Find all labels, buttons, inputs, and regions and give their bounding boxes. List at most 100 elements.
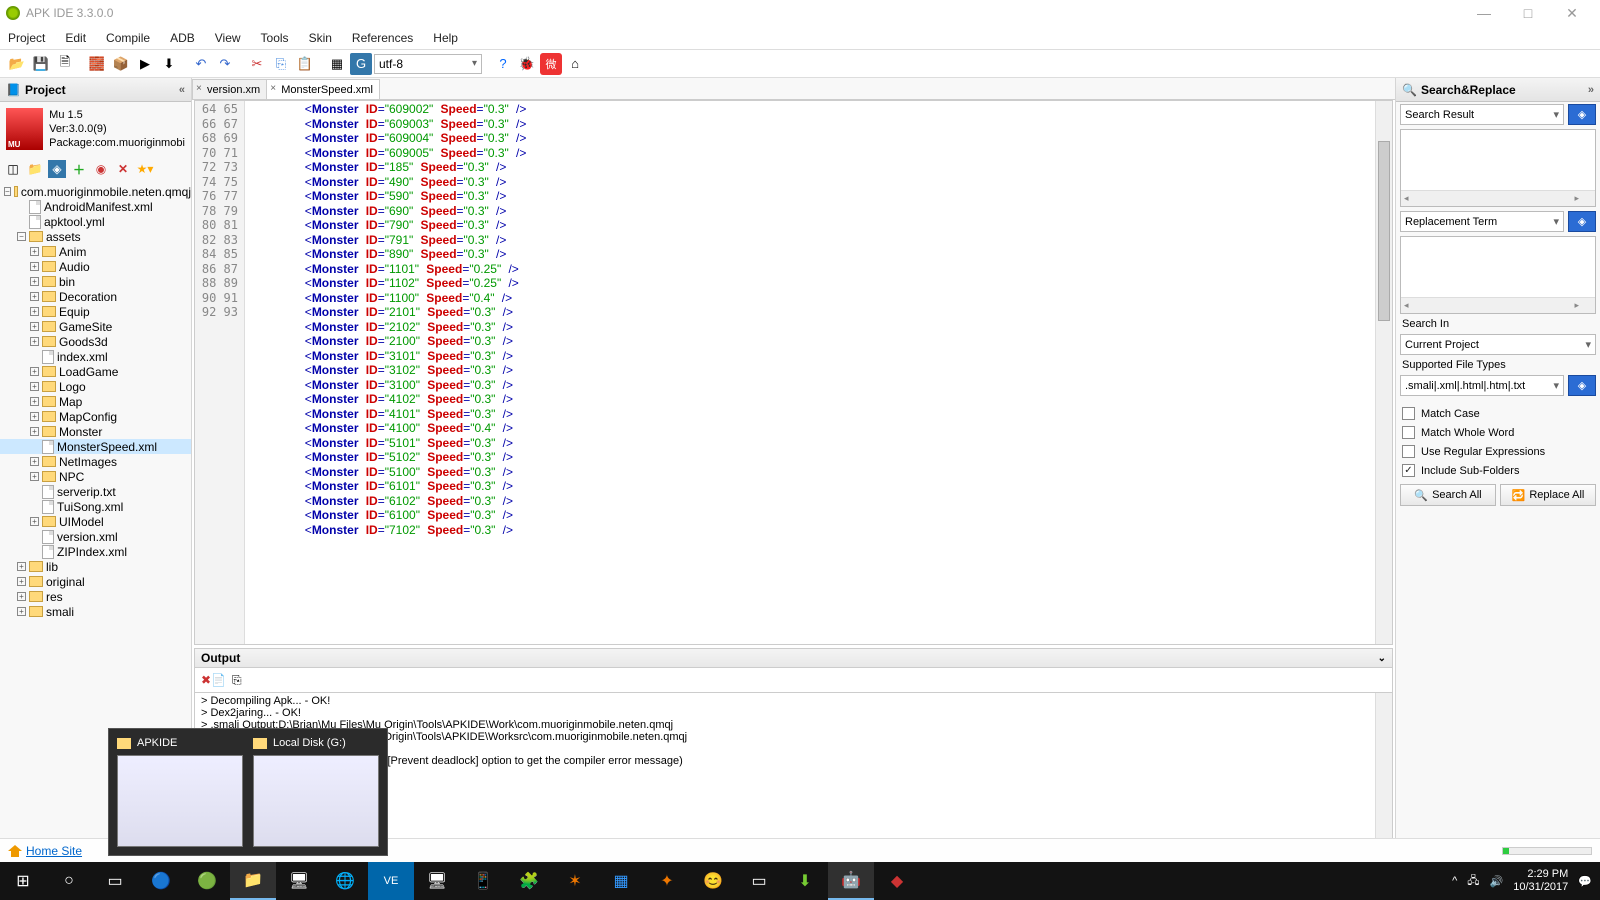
scroll-thumb[interactable] <box>1378 141 1390 321</box>
expand-icon[interactable]: + <box>30 262 39 271</box>
close-tab-icon[interactable]: × <box>196 83 202 94</box>
tree-node[interactable]: +Equip <box>0 304 191 319</box>
tree-node[interactable]: +NetImages <box>0 454 191 469</box>
collapse-icon[interactable]: − <box>4 187 11 196</box>
replacement-box[interactable] <box>1400 236 1596 314</box>
tree-node[interactable]: TuiSong.xml <box>0 499 191 514</box>
regex-checkbox[interactable]: Use Regular Expressions <box>1396 442 1600 461</box>
tree-node[interactable]: +LoadGame <box>0 364 191 379</box>
output-collapse-icon[interactable]: ⌄ <box>1378 653 1386 664</box>
package-icon[interactable]: 📦 <box>110 53 132 75</box>
editor-scrollbar[interactable] <box>1375 101 1392 644</box>
task-app-8[interactable]: ▦ <box>598 862 644 900</box>
expand-icon[interactable]: + <box>17 607 26 616</box>
tree-node[interactable]: +Audio <box>0 259 191 274</box>
menu-adb[interactable]: ADB <box>170 31 195 45</box>
output-scrollbar-v[interactable] <box>1375 693 1392 859</box>
menu-help[interactable]: Help <box>433 31 458 45</box>
menu-compile[interactable]: Compile <box>106 31 150 45</box>
install-icon[interactable]: ⬇ <box>158 53 180 75</box>
close-tab-icon[interactable]: × <box>270 83 276 94</box>
scrollbar-h[interactable] <box>1401 297 1595 313</box>
pt-bullet-icon[interactable]: ◉ <box>92 160 110 178</box>
encoding-select[interactable]: utf-8 <box>374 54 482 74</box>
tree-node[interactable]: AndroidManifest.xml <box>0 199 191 214</box>
build-icon[interactable]: 🧱 <box>86 53 108 75</box>
file-types-button[interactable]: ◈ <box>1568 375 1596 396</box>
replacement-term-select[interactable]: Replacement Term <box>1400 211 1564 232</box>
close-button[interactable]: ✕ <box>1550 0 1594 26</box>
task-app-5[interactable]: 📱 <box>460 862 506 900</box>
tree-node[interactable]: +res <box>0 589 191 604</box>
expand-icon[interactable]: + <box>17 592 26 601</box>
pt-delete-icon[interactable]: ✕ <box>114 160 132 178</box>
tool2-icon[interactable]: G <box>350 53 372 75</box>
expand-icon[interactable]: + <box>17 577 26 586</box>
expand-icon[interactable]: + <box>30 337 39 346</box>
tree-node[interactable]: serverip.txt <box>0 484 191 499</box>
code-editor[interactable]: 64 65 66 67 68 69 70 71 72 73 74 75 76 7… <box>194 100 1393 645</box>
home-site-icon[interactable] <box>8 845 22 857</box>
maximize-button[interactable]: □ <box>1506 0 1550 26</box>
tree-node[interactable]: ZIPIndex.xml <box>0 544 191 559</box>
help-icon[interactable]: ? <box>492 53 514 75</box>
home-site-link[interactable]: Home Site <box>26 844 82 858</box>
search-result-select[interactable]: Search Result <box>1400 104 1564 125</box>
tray-volume-icon[interactable]: 🔊 <box>1490 875 1504 888</box>
tree-node[interactable]: +Logo <box>0 379 191 394</box>
replace-all-button[interactable]: 🔁Replace All <box>1500 484 1596 506</box>
tree-node[interactable]: −assets <box>0 229 191 244</box>
minimize-button[interactable]: — <box>1462 0 1506 26</box>
tree-node[interactable]: apktool.yml <box>0 214 191 229</box>
output-clear-icon[interactable]: ✖📄 <box>201 673 226 687</box>
tree-node[interactable]: +lib <box>0 559 191 574</box>
tray-network-icon[interactable]: 🖧 <box>1467 872 1479 891</box>
task-vnc[interactable]: VE <box>368 862 414 900</box>
menu-edit[interactable]: Edit <box>65 31 86 45</box>
tree-node[interactable]: +Goods3d <box>0 334 191 349</box>
taskbar-clock[interactable]: 2:29 PM 10/31/2017 <box>1513 868 1568 894</box>
redo-icon[interactable]: ↷ <box>214 53 236 75</box>
menu-skin[interactable]: Skin <box>309 31 332 45</box>
task-chrome[interactable]: 🟢 <box>184 862 230 900</box>
task-app-11[interactable]: ▭ <box>736 862 782 900</box>
tray-up-icon[interactable]: ^ <box>1452 875 1457 887</box>
tree-node[interactable]: MonsterSpeed.xml <box>0 439 191 454</box>
undo-icon[interactable]: ↶ <box>190 53 212 75</box>
expand-icon[interactable]: + <box>30 382 39 391</box>
weibo-icon[interactable]: 微 <box>540 53 562 75</box>
task-app-2[interactable]: 🖥 <box>276 862 322 900</box>
whole-word-checkbox[interactable]: Match Whole Word <box>1396 423 1600 442</box>
home-icon[interactable]: ⌂ <box>564 53 586 75</box>
tree-node[interactable]: +bin <box>0 274 191 289</box>
task-app-12[interactable]: ⬇ <box>782 862 828 900</box>
tree-node[interactable]: −com.muoriginmobile.neten.qmqj <box>0 184 191 199</box>
task-app-10[interactable]: 😊 <box>690 862 736 900</box>
task-view-icon[interactable]: ▭ <box>92 862 138 900</box>
expand-icon[interactable]: + <box>30 322 39 331</box>
tree-node[interactable]: +original <box>0 574 191 589</box>
collapse-search-icon[interactable]: » <box>1588 84 1594 96</box>
open-file-icon[interactable]: 📂 <box>6 53 28 75</box>
preview-apkide[interactable]: APKIDE <box>117 737 243 847</box>
editor-tab[interactable]: ×version.xm <box>192 79 267 99</box>
expand-icon[interactable]: + <box>17 562 26 571</box>
expand-icon[interactable]: + <box>30 247 39 256</box>
search-go-button[interactable]: ◈ <box>1568 104 1596 125</box>
run-icon[interactable]: ▶ <box>134 53 156 75</box>
tree-node[interactable]: +smali <box>0 604 191 619</box>
expand-icon[interactable]: + <box>30 367 39 376</box>
tree-node[interactable]: version.xml <box>0 529 191 544</box>
save-icon[interactable]: 💾 <box>30 53 52 75</box>
menu-project[interactable]: Project <box>8 31 45 45</box>
search-all-button[interactable]: 🔍Search All <box>1400 484 1496 506</box>
scrollbar-h[interactable] <box>1401 190 1595 206</box>
save-all-icon[interactable]: 🗎 <box>54 53 76 75</box>
pt-icon-1[interactable]: ◫ <box>4 160 22 178</box>
paste-icon[interactable]: 📋 <box>294 53 316 75</box>
task-app-9[interactable]: ✦ <box>644 862 690 900</box>
tree-node[interactable]: +MapConfig <box>0 409 191 424</box>
copy-icon[interactable]: ⎘ <box>270 53 292 75</box>
tree-node[interactable]: index.xml <box>0 349 191 364</box>
pt-star-icon[interactable]: ★▾ <box>136 160 154 178</box>
